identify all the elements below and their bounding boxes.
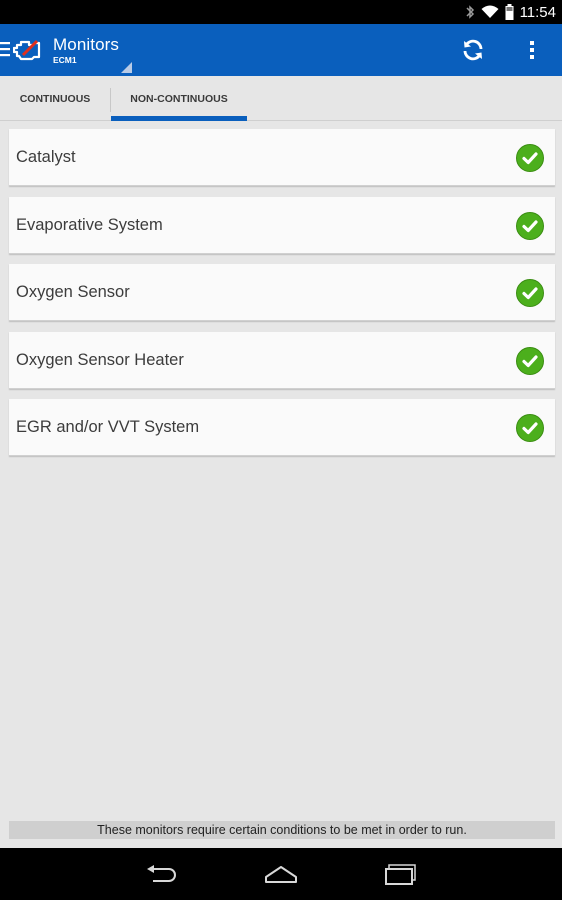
clock-time: 11:54: [519, 3, 556, 21]
monitor-label: Oxygen Sensor Heater: [16, 350, 184, 369]
status-bar: 11:54: [0, 0, 562, 24]
check-complete-icon: [516, 414, 544, 442]
tab-non-continuous[interactable]: NON-CONTINUOUS: [111, 76, 247, 121]
monitor-label: Oxygen Sensor: [16, 283, 130, 301]
list-item[interactable]: Oxygen Sensor Heater: [9, 331, 555, 389]
monitor-label: Catalyst: [16, 148, 76, 166]
bluetooth-icon: [466, 5, 474, 19]
tab-bar: CONTINUOUS NON-CONTINUOUS: [0, 76, 562, 121]
page-title: Monitors: [53, 35, 119, 54]
navigation-bar: [0, 848, 562, 900]
overflow-menu-icon[interactable]: [520, 38, 544, 62]
list-item[interactable]: Evaporative System: [9, 196, 555, 254]
wifi-icon: [481, 5, 499, 18]
check-complete-icon: [516, 211, 544, 240]
check-complete-icon: [516, 144, 544, 172]
list-item[interactable]: EGR and/or VVT System: [9, 399, 555, 456]
tab-selected-indicator: [111, 116, 247, 121]
check-complete-icon: [516, 279, 544, 307]
check-complete-icon: [516, 346, 544, 375]
battery-icon: [505, 4, 514, 20]
footer-note: These monitors require certain condition…: [9, 821, 555, 839]
monitor-label: Evaporative System: [16, 215, 163, 234]
monitor-list: Catalyst Evaporative System Oxygen Senso…: [9, 129, 555, 467]
action-bar: Monitors ECM1: [0, 24, 562, 76]
monitor-label: EGR and/or VVT System: [16, 418, 200, 436]
list-item[interactable]: Catalyst: [9, 129, 555, 186]
engine-icon[interactable]: [12, 37, 43, 67]
recents-icon[interactable]: [381, 860, 421, 888]
ecu-selector[interactable]: ECM1: [53, 55, 77, 65]
menu-icon[interactable]: [0, 40, 10, 62]
refresh-icon[interactable]: [460, 37, 486, 63]
back-icon[interactable]: [141, 860, 181, 888]
tab-continuous[interactable]: CONTINUOUS: [0, 76, 110, 121]
spinner-arrow-icon[interactable]: [121, 58, 132, 77]
list-item[interactable]: Oxygen Sensor: [9, 264, 555, 321]
home-icon[interactable]: [261, 860, 301, 888]
